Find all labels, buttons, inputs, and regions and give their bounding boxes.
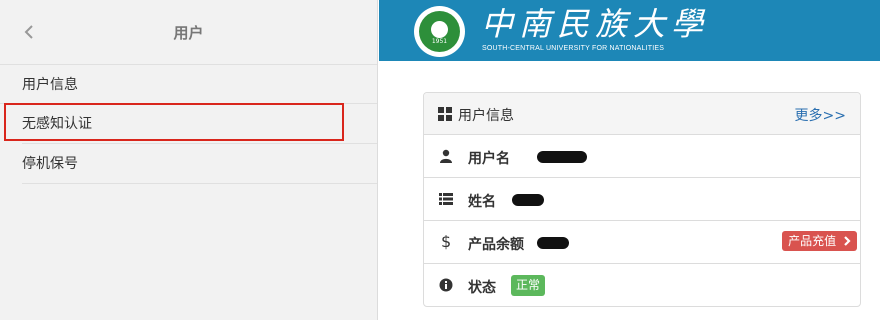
row-balance: $ 产品余额 产品充值: [424, 221, 860, 264]
th-large-icon: [438, 107, 452, 121]
panel-heading: 用户信息 更多>>: [424, 93, 860, 135]
list-icon: [439, 192, 453, 206]
row-status: 状态 正常: [424, 264, 860, 307]
info-icon: [439, 278, 453, 292]
sidebar-item-user-info[interactable]: 用户信息: [0, 64, 377, 104]
balance-value-redacted: [537, 237, 569, 249]
sidebar-item-seamless-auth[interactable]: 无感知认证: [22, 104, 377, 144]
university-logo: 1951: [414, 6, 465, 57]
user-icon: [439, 149, 453, 163]
row-name: 姓名: [424, 178, 860, 221]
sidebar-menu: 用户信息 无感知认证 停机保号: [0, 64, 377, 184]
sidebar-item-suspend-keep-number[interactable]: 停机保号: [22, 144, 377, 184]
row-username: 用户名: [424, 135, 860, 178]
dollar-icon: $: [441, 232, 452, 251]
username-label: 用户名: [468, 151, 510, 167]
university-name-en: SOUTH-CENTRAL UNIVERSITY FOR NATIONALITI…: [482, 45, 665, 52]
university-name-cn: 中南民族大學: [481, 5, 710, 43]
logo-year: 1951: [431, 38, 448, 45]
chevron-right-icon: [844, 236, 851, 246]
sidebar-title: 用户: [173, 24, 204, 42]
balance-label: 产品余额: [468, 237, 524, 253]
sidebar: 用户 用户信息 无感知认证 停机保号: [0, 0, 378, 320]
panel-title: 用户信息: [458, 108, 514, 124]
user-info-panel: 用户信息 更多>> 用户名 姓名 $ 产品余额 产品充值 状态 正常: [423, 92, 861, 307]
status-badge: 正常: [511, 275, 546, 296]
recharge-button-label: 产品充值: [788, 234, 837, 248]
username-value-redacted: [537, 151, 587, 163]
university-banner: 1951 中南民族大學 SOUTH-CENTRAL UNIVERSITY FOR…: [379, 0, 880, 61]
sidebar-header: 用户: [0, 0, 377, 64]
recharge-button[interactable]: 产品充值: [782, 231, 857, 251]
name-value-redacted: [512, 194, 544, 206]
more-link[interactable]: 更多>>: [795, 105, 846, 125]
status-label: 状态: [468, 280, 496, 296]
name-label: 姓名: [468, 194, 496, 210]
